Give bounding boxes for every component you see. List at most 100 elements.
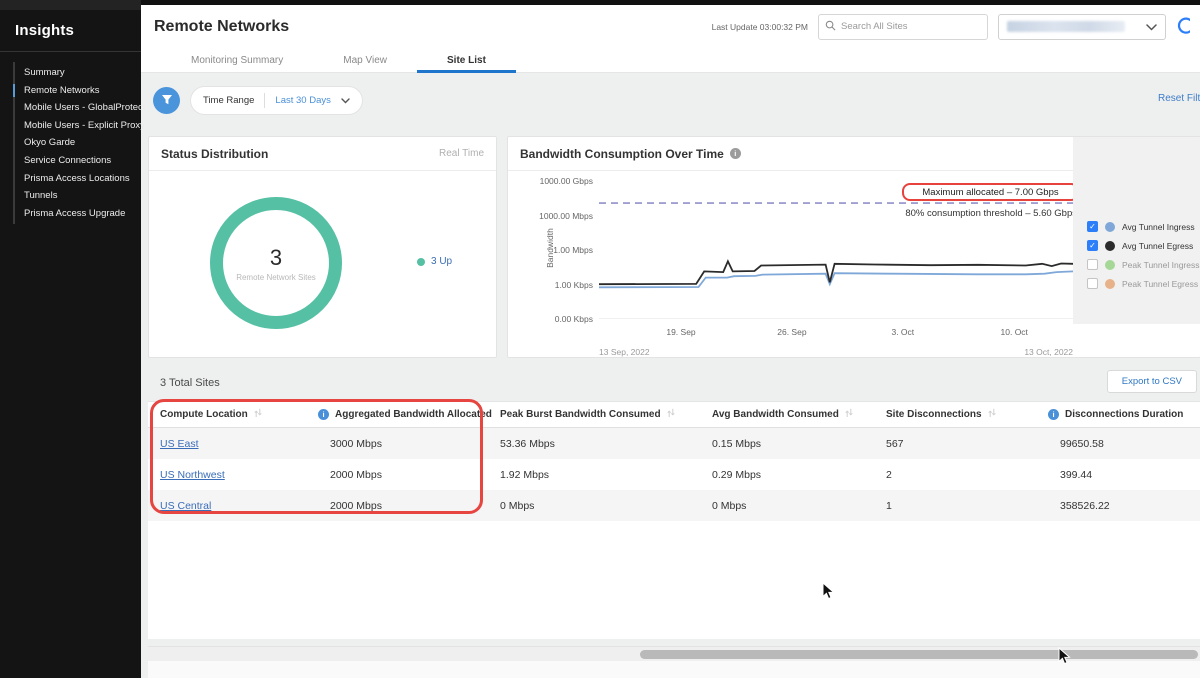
max-allocated-annotation: Maximum allocated – 7.00 Gbps xyxy=(902,183,1079,201)
line-chart xyxy=(599,181,1073,319)
cell-disconnections: 2 xyxy=(886,469,1048,481)
y-tick-label: 1000.00 Gbps xyxy=(513,176,593,186)
tab-monitoring-summary[interactable]: Monitoring Summary xyxy=(161,48,313,72)
site-count: 3 xyxy=(270,245,282,271)
sort-icon[interactable] xyxy=(667,408,675,421)
bandwidth-card-title: Bandwidth Consumption Over Time xyxy=(520,147,724,161)
site-count-label: Remote Network Sites xyxy=(236,273,316,282)
sidebar-item-remote-networks[interactable]: Remote Networks xyxy=(15,82,141,100)
cell-aggregated_bandwidth: 2000 Mbps xyxy=(318,500,500,512)
sites-table-section: 3 Total Sites Export to CSV Compute Loca… xyxy=(148,368,1200,639)
sidebar-item-tunnels[interactable]: Tunnels xyxy=(15,187,141,205)
checkbox-peak-tunnel-ingress[interactable] xyxy=(1087,259,1098,270)
export-csv-button[interactable]: Export to CSV xyxy=(1107,370,1197,393)
checkbox-peak-tunnel-egress[interactable] xyxy=(1087,278,1098,289)
tenant-name-redacted xyxy=(1007,21,1125,32)
table-row-us-east: US East 3000 Mbps53.36 Mbps0.15 Mbps56799… xyxy=(148,428,1200,459)
checkbox-avg-tunnel-ingress[interactable]: ✓ xyxy=(1087,221,1098,232)
sort-icon[interactable] xyxy=(988,408,996,421)
status-legend[interactable]: 3 Up xyxy=(417,256,452,267)
chevron-down-icon xyxy=(1146,18,1157,36)
column-header-peak-burst-bandwidth-consumed[interactable]: Peak Burst Bandwidth Consumed xyxy=(500,408,712,421)
table-row-us-central: US Central2000 Mbps0 Mbps0 Mbps1358526.2… xyxy=(148,490,1200,521)
column-header-aggregated-bandwidth-allocated[interactable]: iAggregated Bandwidth Allocated xyxy=(318,409,500,420)
cell-compute_location: US Central xyxy=(160,500,318,512)
info-icon[interactable]: i xyxy=(1048,409,1059,420)
legend-item-avg-tunnel-egress[interactable]: ✓Avg Tunnel Egress xyxy=(1073,236,1200,255)
sidebar-item-mobile-users-globalprotect[interactable]: Mobile Users - GlobalProtect xyxy=(15,99,141,117)
column-header-compute-location[interactable]: Compute Location xyxy=(160,408,318,421)
status-donut-chart: 3 Remote Network Sites xyxy=(210,197,342,329)
scrollbar-thumb[interactable] xyxy=(640,650,1198,659)
cell-disconnections: 1 xyxy=(886,500,1048,512)
tenant-dropdown[interactable] xyxy=(998,14,1166,40)
sidebar-item-mobile-users-explicit-proxy[interactable]: Mobile Users - Explicit Proxy xyxy=(15,117,141,135)
sidebar-title: Insights xyxy=(0,10,141,51)
app-window: Insights SummaryRemote NetworksMobile Us… xyxy=(0,0,1200,678)
cell-duration: 99650.58 xyxy=(1048,438,1200,450)
real-time-badge: Real Time xyxy=(439,148,484,159)
status-card-header: Status Distribution Real Time xyxy=(149,137,496,171)
checkbox-avg-tunnel-egress[interactable]: ✓ xyxy=(1087,240,1098,251)
sidebar-item-prisma-access-locations[interactable]: Prisma Access Locations xyxy=(15,170,141,188)
sidebar-item-prisma-access-upgrade[interactable]: Prisma Access Upgrade xyxy=(15,205,141,223)
column-header-avg-bandwidth-consumed[interactable]: Avg Bandwidth Consumed xyxy=(712,408,886,421)
time-range-filter[interactable]: Time Range Last 30 Days xyxy=(191,87,362,114)
refresh-icon[interactable] xyxy=(1176,16,1190,38)
sort-icon[interactable] xyxy=(845,408,853,421)
legend-item-avg-tunnel-ingress[interactable]: ✓Avg Tunnel Ingress xyxy=(1073,217,1200,236)
site-link-us-east[interactable]: US East xyxy=(160,438,199,450)
info-icon[interactable]: i xyxy=(318,409,329,420)
search-box[interactable] xyxy=(818,14,988,40)
reset-filters-link[interactable]: Reset Filters xyxy=(1158,93,1200,104)
legend-dot-avg-tunnel-ingress xyxy=(1105,222,1115,232)
y-tick-label: 1.00 Mbps xyxy=(513,245,593,255)
sidebar-nav: SummaryRemote NetworksMobile Users - Glo… xyxy=(13,62,141,224)
column-label-disconnections-duration: Disconnections Duration xyxy=(1065,409,1183,420)
cell-avg_consumed: 0 Mbps xyxy=(712,500,886,512)
status-card-title: Status Distribution xyxy=(161,147,268,161)
sidebar-item-okyo-garde[interactable]: Okyo Garde xyxy=(15,134,141,152)
cell-peak_burst: 53.36 Mbps xyxy=(500,438,712,450)
up-status-dot xyxy=(417,258,425,266)
cell-avg_consumed: 0.15 Mbps xyxy=(712,438,886,450)
bandwidth-plot: Bandwidth 1000.00 Gbps1000.00 Mbps1.00 M… xyxy=(599,181,1073,319)
sites-table: Compute LocationiAggregated Bandwidth Al… xyxy=(148,401,1200,639)
header-right: Last Update 03:00:32 PM xyxy=(712,14,1190,40)
column-label-avg-bandwidth-consumed: Avg Bandwidth Consumed xyxy=(712,409,839,420)
cell-duration: 358526.22 xyxy=(1048,500,1200,512)
y-tick-label: 0.00 Kbps xyxy=(513,314,593,324)
sidebar-item-summary[interactable]: Summary xyxy=(15,64,141,82)
page-title: Remote Networks xyxy=(154,18,289,36)
chevron-down-icon xyxy=(341,91,350,109)
legend-dot-peak-tunnel-egress xyxy=(1105,279,1115,289)
info-icon[interactable]: i xyxy=(730,148,741,159)
cell-disconnections: 567 xyxy=(886,438,1048,450)
tab-map-view[interactable]: Map View xyxy=(313,48,417,72)
cell-compute_location: US Northwest xyxy=(160,469,318,481)
legend-item-peak-tunnel-egress[interactable]: Peak Tunnel Egress xyxy=(1073,274,1200,293)
cell-compute_location: US East xyxy=(160,438,318,450)
x-tick-label: 19. Sep xyxy=(651,327,711,337)
tab-site-list[interactable]: Site List xyxy=(417,48,516,72)
bottom-strip xyxy=(148,661,1200,678)
legend-item-peak-tunnel-ingress[interactable]: Peak Tunnel Ingress xyxy=(1073,255,1200,274)
cell-aggregated_bandwidth: 3000 Mbps xyxy=(318,438,500,450)
site-link-us-central[interactable]: US Central xyxy=(160,500,211,512)
horizontal-scrollbar[interactable] xyxy=(148,646,1200,661)
column-header-disconnections-duration[interactable]: i Disconnections Duration xyxy=(1048,409,1200,420)
bandwidth-card: Bandwidth Consumption Over Time i Linear… xyxy=(507,136,1200,358)
column-header-site-disconnections[interactable]: Site Disconnections xyxy=(886,408,1048,421)
page-header: Remote Networks Last Update 03:00:32 PM xyxy=(141,5,1200,48)
series-line-avg-tunnel-ingress xyxy=(599,271,1073,287)
sort-icon[interactable] xyxy=(254,408,262,421)
time-range-label: Time Range xyxy=(203,95,254,106)
status-distribution-card: Status Distribution Real Time 3 Remote N… xyxy=(148,136,497,358)
y-tick-label: 1.00 Kbps xyxy=(513,280,593,290)
sidebar: Insights SummaryRemote NetworksMobile Us… xyxy=(0,0,141,678)
filter-button[interactable] xyxy=(153,87,180,114)
search-input[interactable] xyxy=(841,21,966,32)
site-link-us-northwest[interactable]: US Northwest xyxy=(160,469,225,481)
x-range-end: 13 Oct, 2022 xyxy=(1024,347,1073,357)
sidebar-item-service-connections[interactable]: Service Connections xyxy=(15,152,141,170)
